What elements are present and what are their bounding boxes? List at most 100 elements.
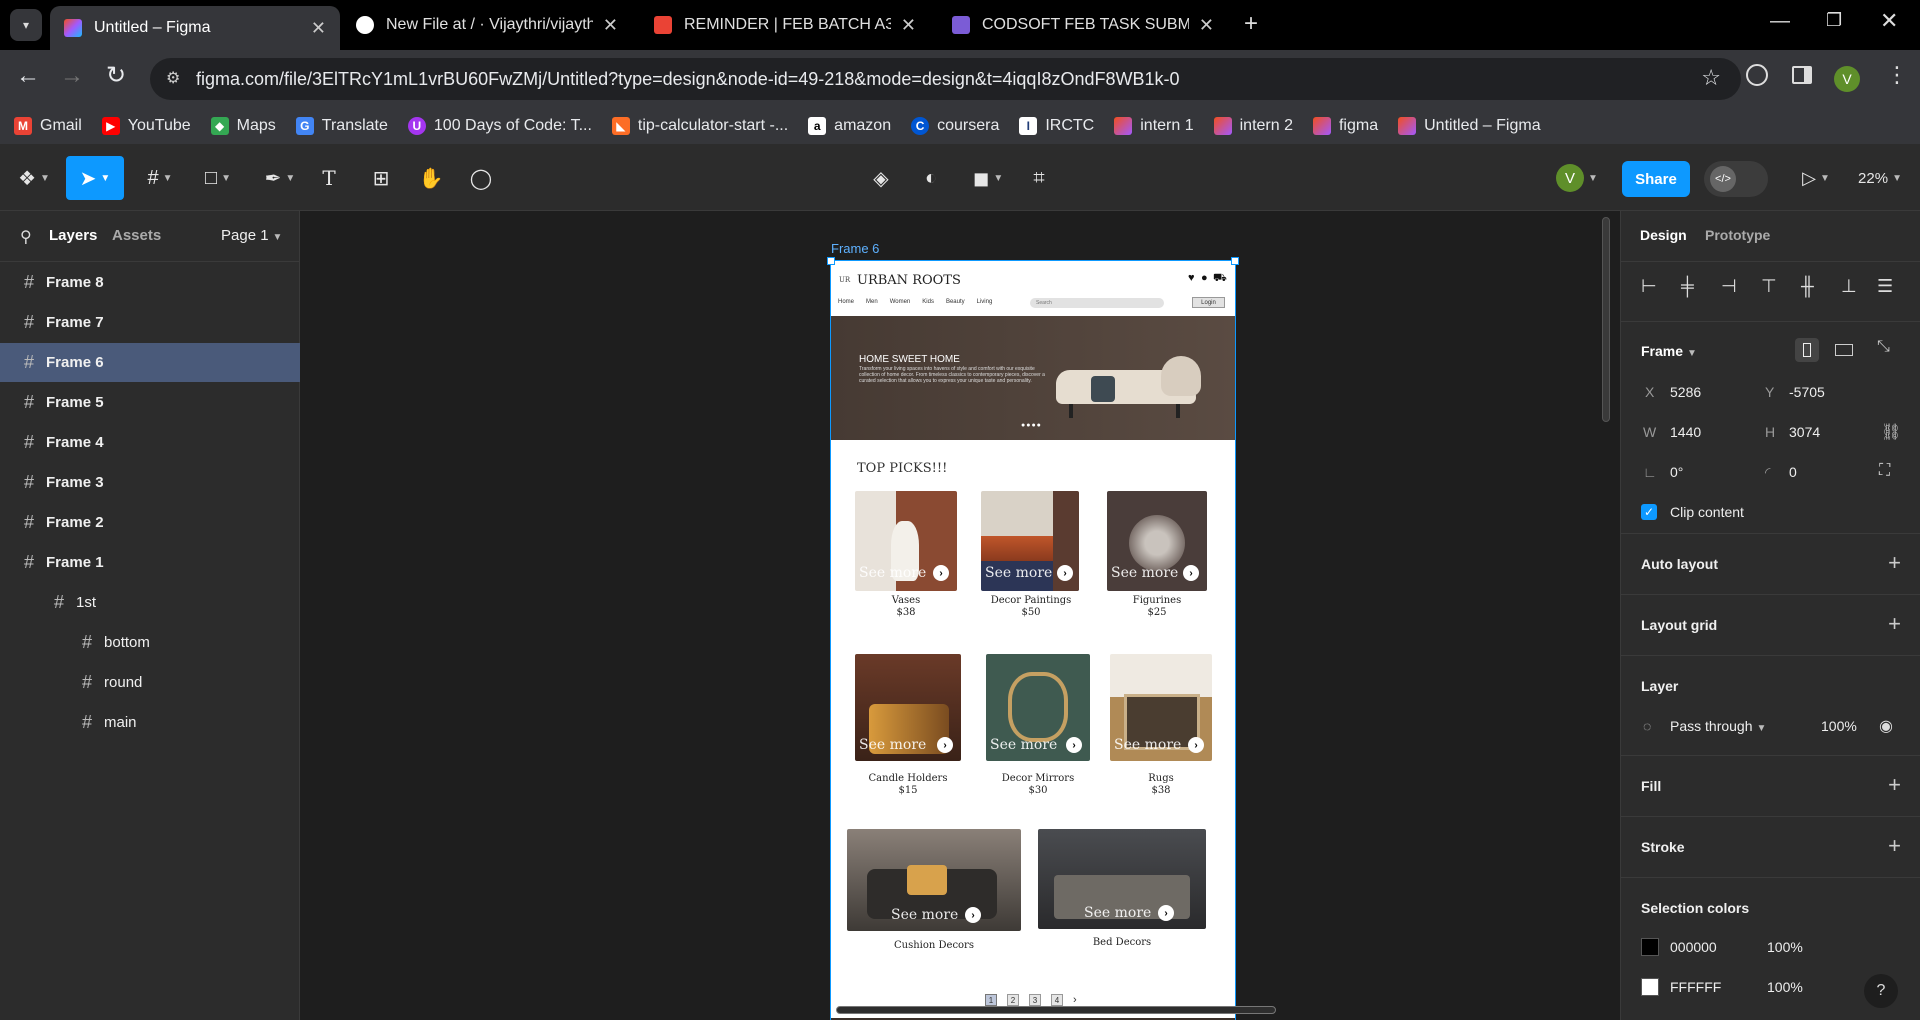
horizontal-scrollbar[interactable] xyxy=(836,1006,1276,1014)
layer-frame-6[interactable]: # Frame 6 xyxy=(0,343,300,382)
frame-tool-button[interactable]: # ▼ xyxy=(138,156,182,200)
align-left-icon[interactable]: ⊢ xyxy=(1641,276,1657,297)
color-swatch[interactable] xyxy=(1641,938,1659,956)
layer-frame-3[interactable]: # Frame 3 xyxy=(0,463,300,502)
height-input[interactable]: 3074 xyxy=(1789,424,1820,440)
dev-mode-toggle[interactable]: </> xyxy=(1704,161,1768,197)
boolean-button[interactable]: ◼ ▼ xyxy=(966,156,1010,200)
search-icon[interactable]: ⚲ xyxy=(20,227,32,247)
canvas[interactable]: Frame 6 UR URBAN ROOTS ♥ ● ⛟ Home Men Wo… xyxy=(300,211,1620,1020)
close-window-button[interactable]: ✕ xyxy=(1880,8,1898,34)
width-input[interactable]: 1440 xyxy=(1670,424,1701,440)
hand-tool-button[interactable]: ✋ xyxy=(414,156,448,200)
shape-tool-button[interactable]: □ ▼ xyxy=(196,156,240,200)
rotation-input[interactable]: 0° xyxy=(1670,464,1683,480)
bookmark-untitled-figma[interactable]: Untitled – Figma xyxy=(1398,116,1541,135)
component-button[interactable]: ◈ xyxy=(864,156,898,200)
bookmark-amazon[interactable]: a amazon xyxy=(808,116,891,135)
crop-button[interactable]: ⌗ xyxy=(1022,156,1056,200)
pen-tool-button[interactable]: ✒ ▼ xyxy=(258,156,302,200)
bookmark-youtube[interactable]: ▶ YouTube xyxy=(101,116,191,135)
blend-mode-dropdown[interactable]: Pass through ▼ xyxy=(1670,718,1766,734)
minimize-button[interactable]: — xyxy=(1770,10,1790,33)
main-menu-button[interactable]: ❖ ▼ xyxy=(14,156,54,200)
layer-opacity-input[interactable]: 100% xyxy=(1821,718,1857,734)
align-center-h-icon[interactable]: ╪ xyxy=(1681,276,1694,297)
resize-handle-top-right[interactable] xyxy=(1231,257,1239,265)
radius-input[interactable]: 0 xyxy=(1789,464,1797,480)
side-panel-icon[interactable] xyxy=(1792,66,1812,84)
layer-main[interactable]: # main xyxy=(0,703,300,742)
close-tab-icon[interactable]: ✕ xyxy=(311,18,326,39)
new-tab-button[interactable]: + xyxy=(1244,10,1258,38)
tab-design[interactable]: Design xyxy=(1640,227,1687,243)
y-input[interactable]: -5705 xyxy=(1789,384,1825,400)
tab-layers[interactable]: Layers xyxy=(49,227,97,244)
independent-corners-icon[interactable]: ⛶ xyxy=(1879,462,1890,480)
align-top-icon[interactable]: ⊤ xyxy=(1761,276,1777,297)
tab-gmail[interactable]: REMINDER | FEB BATCH A32 SU ✕ xyxy=(640,8,930,42)
tab-codsoft[interactable]: CODSOFT FEB TASK SUBMISSIC ✕ xyxy=(938,8,1228,42)
bookmark-translate[interactable]: G Translate xyxy=(295,116,388,135)
layer-frame-8[interactable]: # Frame 8 xyxy=(0,263,300,302)
back-icon[interactable]: ← xyxy=(16,62,40,90)
constrain-proportions-icon[interactable]: ⛓ xyxy=(1881,422,1901,442)
frame-6[interactable]: UR URBAN ROOTS ♥ ● ⛟ Home Men Women Kids… xyxy=(830,260,1236,1020)
star-icon[interactable]: ☆ xyxy=(1701,65,1721,91)
close-tab-icon[interactable]: ✕ xyxy=(603,15,618,36)
browser-menu-icon[interactable]: ⋮ xyxy=(1886,62,1908,88)
layer-frame-4[interactable]: # Frame 4 xyxy=(0,423,300,462)
bookmark-maps[interactable]: ◆ Maps xyxy=(210,116,276,135)
bookmark-figma[interactable]: figma xyxy=(1312,116,1378,135)
layer-frame-2[interactable]: # Frame 2 xyxy=(0,503,300,542)
vertical-scrollbar[interactable] xyxy=(1602,217,1610,422)
bookmark-intern-2[interactable]: intern 2 xyxy=(1213,116,1293,135)
layer-frame-5[interactable]: # Frame 5 xyxy=(0,383,300,422)
zoom-menu[interactable]: 22% ▼ xyxy=(1852,156,1908,200)
reload-icon[interactable]: ↻ xyxy=(106,61,126,90)
clip-content-checkbox[interactable]: ✓ xyxy=(1641,504,1657,520)
x-input[interactable]: 5286 xyxy=(1670,384,1701,400)
close-tab-icon[interactable]: ✕ xyxy=(1199,15,1214,36)
tab-assets[interactable]: Assets xyxy=(112,227,161,244)
mask-button[interactable]: ◐ xyxy=(914,156,948,200)
resize-handle-top-left[interactable] xyxy=(827,257,835,265)
color-swatch[interactable] xyxy=(1641,978,1659,996)
add-auto-layout-icon[interactable]: + xyxy=(1888,550,1901,576)
present-button[interactable]: ▷ ▼ xyxy=(1796,156,1836,200)
user-avatar[interactable]: V ▼ xyxy=(1552,156,1602,200)
portrait-icon[interactable] xyxy=(1795,338,1819,362)
move-tool-button[interactable]: ➤ ▼ xyxy=(66,156,124,200)
color-hex[interactable]: FFFFFF xyxy=(1670,979,1721,995)
close-tab-icon[interactable]: ✕ xyxy=(901,15,916,36)
bookmark-coursera[interactable]: Ccoursera xyxy=(911,116,999,135)
layer-bottom[interactable]: # bottom xyxy=(0,623,300,662)
extension-icon[interactable] xyxy=(1746,64,1768,86)
page-selector[interactable]: Page 1 ▼ xyxy=(221,227,282,244)
layer-round[interactable]: # round xyxy=(0,663,300,702)
text-tool-button[interactable]: T xyxy=(314,156,344,200)
layer-frame-1[interactable]: # Frame 1 xyxy=(0,543,300,582)
frame-type-dropdown[interactable]: Frame ▼ xyxy=(1641,343,1697,359)
bookmark-gmail[interactable]: M Gmail xyxy=(14,116,82,135)
resources-tool-button[interactable]: ⊞ xyxy=(364,156,398,200)
layer-frame-7[interactable]: # Frame 7 xyxy=(0,303,300,342)
bookmark-100-days[interactable]: U 100 Days of Code: T... xyxy=(407,116,592,135)
landscape-icon[interactable] xyxy=(1835,344,1853,356)
layer-1st[interactable]: #1st xyxy=(0,583,300,622)
add-fill-icon[interactable]: + xyxy=(1888,772,1901,798)
tab-figma[interactable]: Untitled – Figma ✕ xyxy=(50,6,340,50)
resize-to-fit-icon[interactable]: ⤡ xyxy=(1877,338,1890,356)
tab-prototype[interactable]: Prototype xyxy=(1705,227,1770,243)
forward-icon[interactable]: → xyxy=(60,62,84,90)
distribute-icon[interactable]: ☰ xyxy=(1877,276,1893,297)
help-button[interactable]: ? xyxy=(1864,974,1898,1008)
color-opacity[interactable]: 100% xyxy=(1767,939,1803,955)
color-opacity[interactable]: 100% xyxy=(1767,979,1803,995)
comment-tool-button[interactable]: ◯ xyxy=(464,156,498,200)
add-layout-grid-icon[interactable]: + xyxy=(1888,611,1901,637)
restore-button[interactable]: ❐ xyxy=(1826,10,1842,31)
tab-github[interactable]: New File at / · Vijaythri/vijaythri ✕ xyxy=(342,8,632,42)
bookmark-intern-1[interactable]: intern 1 xyxy=(1114,116,1194,135)
align-right-icon[interactable]: ⊣ xyxy=(1721,276,1737,297)
